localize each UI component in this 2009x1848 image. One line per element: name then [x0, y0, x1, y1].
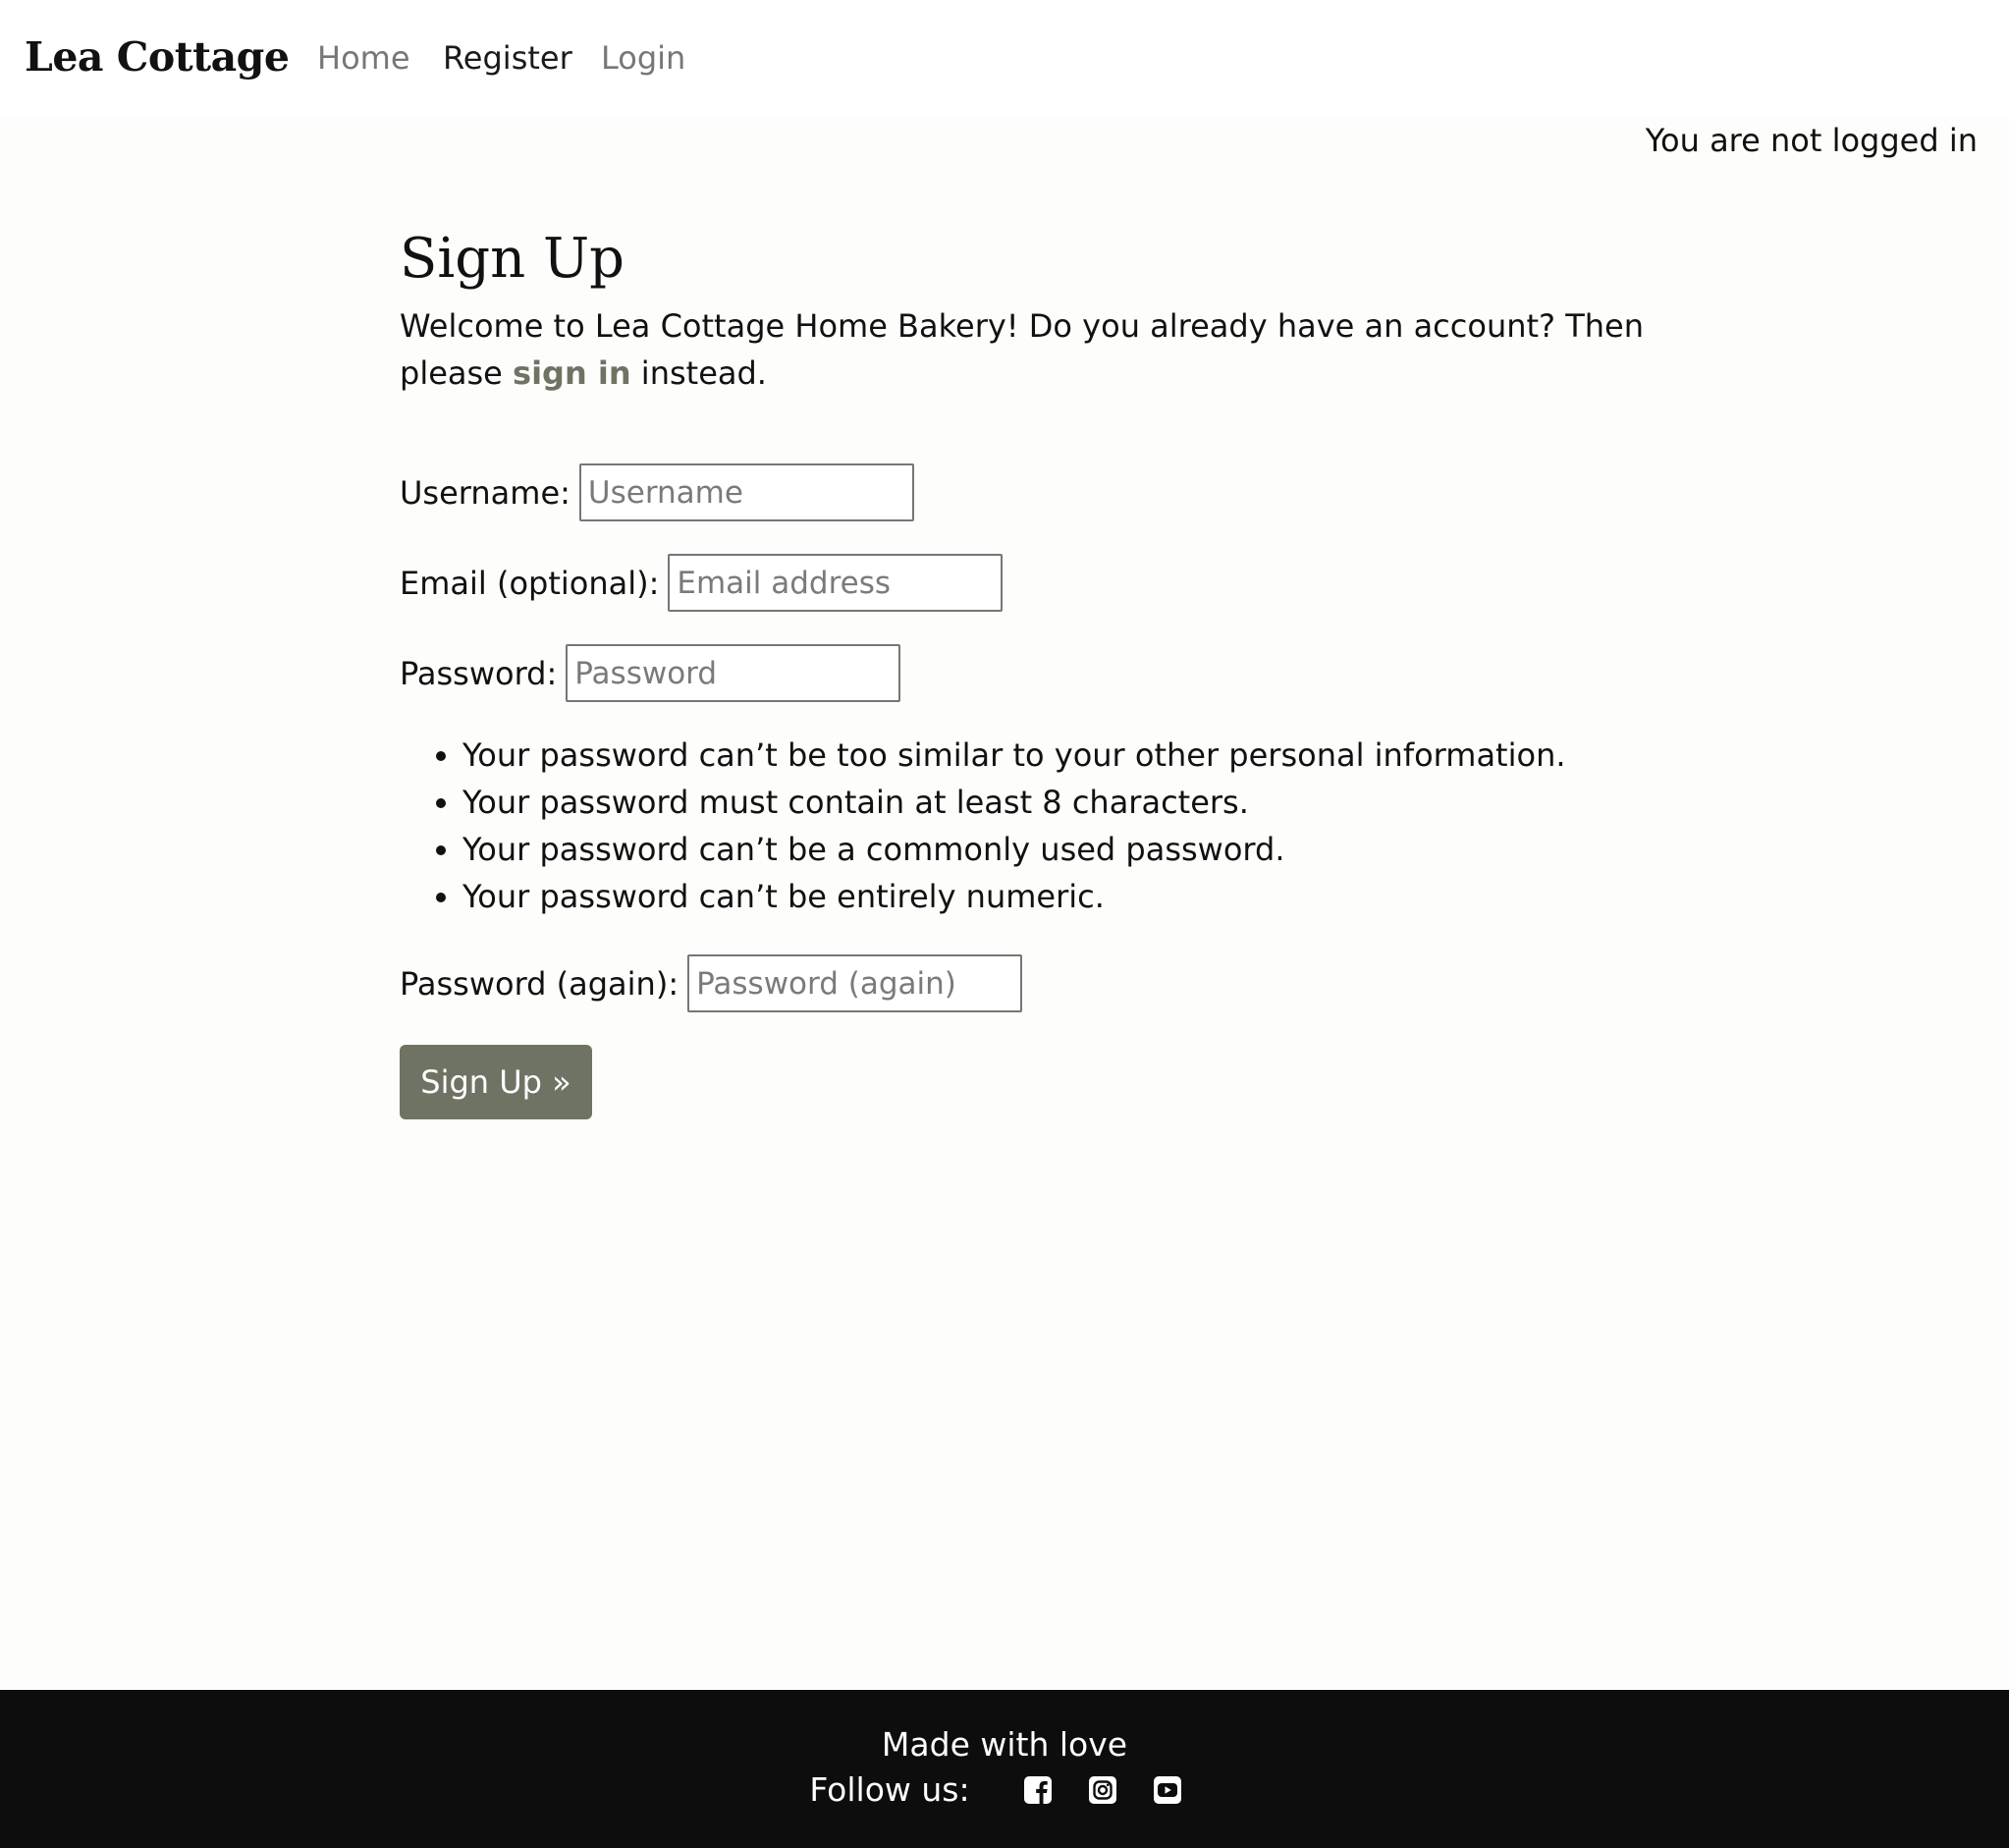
intro-text-after: instead. — [630, 354, 767, 392]
password-row: Password: — [400, 644, 901, 702]
sign-in-link[interactable]: sign in — [513, 354, 631, 392]
footer-tagline: Made with love — [881, 1725, 1128, 1764]
password-again-input[interactable] — [687, 954, 1023, 1012]
password-again-label: Password (again): — [400, 964, 679, 1003]
password-input[interactable] — [566, 644, 901, 702]
password-help-item: Your password can’t be too similar to yo… — [462, 732, 1566, 779]
email-label: Email (optional): — [400, 564, 660, 602]
password-again-row: Password (again): — [400, 954, 1023, 1012]
nav-link-login[interactable]: Login — [601, 39, 685, 77]
instagram-icon[interactable] — [1088, 1775, 1117, 1805]
password-help-item: Your password can’t be entirely numeric. — [462, 873, 1566, 920]
login-status: You are not logged in — [1645, 122, 1978, 159]
username-input[interactable] — [578, 463, 914, 521]
password-help-list: Your password can’t be too similar to yo… — [400, 732, 1566, 920]
password-help-item: Your password must contain at least 8 ch… — [462, 779, 1566, 826]
brand-logo[interactable]: Lea Cottage — [25, 33, 290, 81]
footer: Made with love Follow us: — [0, 1690, 2009, 1848]
password-help-item: Your password can’t be a commonly used p… — [462, 826, 1566, 873]
navbar: Lea Cottage Home Register Login — [0, 0, 2009, 118]
footer-social: Follow us: — [0, 1770, 2009, 1809]
facebook-icon[interactable] — [1023, 1775, 1053, 1805]
email-row: Email (optional): — [400, 554, 1004, 612]
username-label: Username: — [400, 473, 570, 512]
username-row: Username: — [400, 463, 914, 521]
nav-link-home[interactable]: Home — [317, 39, 410, 77]
youtube-icon[interactable] — [1153, 1775, 1182, 1805]
nav-link-register[interactable]: Register — [443, 39, 572, 77]
sign-up-button[interactable]: Sign Up » — [400, 1045, 592, 1119]
page-title: Sign Up — [400, 227, 625, 291]
intro-text: Welcome to Lea Cottage Home Bakery! Do y… — [400, 302, 1676, 397]
email-input[interactable] — [668, 554, 1004, 612]
follow-label: Follow us: — [809, 1770, 970, 1809]
signup-section: Sign Up Welcome to Lea Cottage Home Bake… — [400, 222, 1676, 1119]
password-label: Password: — [400, 654, 558, 692]
